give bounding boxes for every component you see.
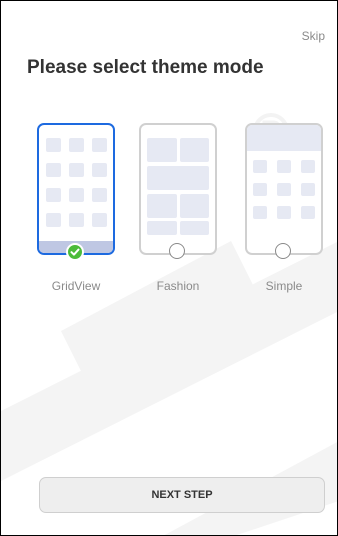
simple-preview — [245, 123, 323, 255]
theme-label-fashion: Fashion — [156, 279, 200, 293]
skip-button[interactable]: Skip — [302, 29, 325, 43]
theme-option-fashion[interactable] — [139, 123, 217, 259]
gridview-preview — [37, 123, 115, 255]
page-title: Please select theme mode — [27, 57, 264, 78]
screen-frame: Skip Please select theme mode GridView F… — [0, 0, 338, 536]
simple-header-block — [247, 125, 321, 151]
radio-empty-icon — [169, 243, 185, 259]
radio-empty-icon — [275, 243, 291, 259]
watermark-graphic — [1, 113, 337, 535]
theme-option-simple[interactable] — [245, 123, 323, 259]
next-step-button[interactable]: NEXT STEP — [39, 477, 325, 513]
theme-label-gridview: GridView — [51, 279, 101, 293]
fashion-preview — [139, 123, 217, 255]
theme-label-simple: Simple — [265, 279, 303, 293]
check-circle-icon — [66, 243, 84, 261]
theme-option-gridview[interactable] — [37, 123, 115, 261]
